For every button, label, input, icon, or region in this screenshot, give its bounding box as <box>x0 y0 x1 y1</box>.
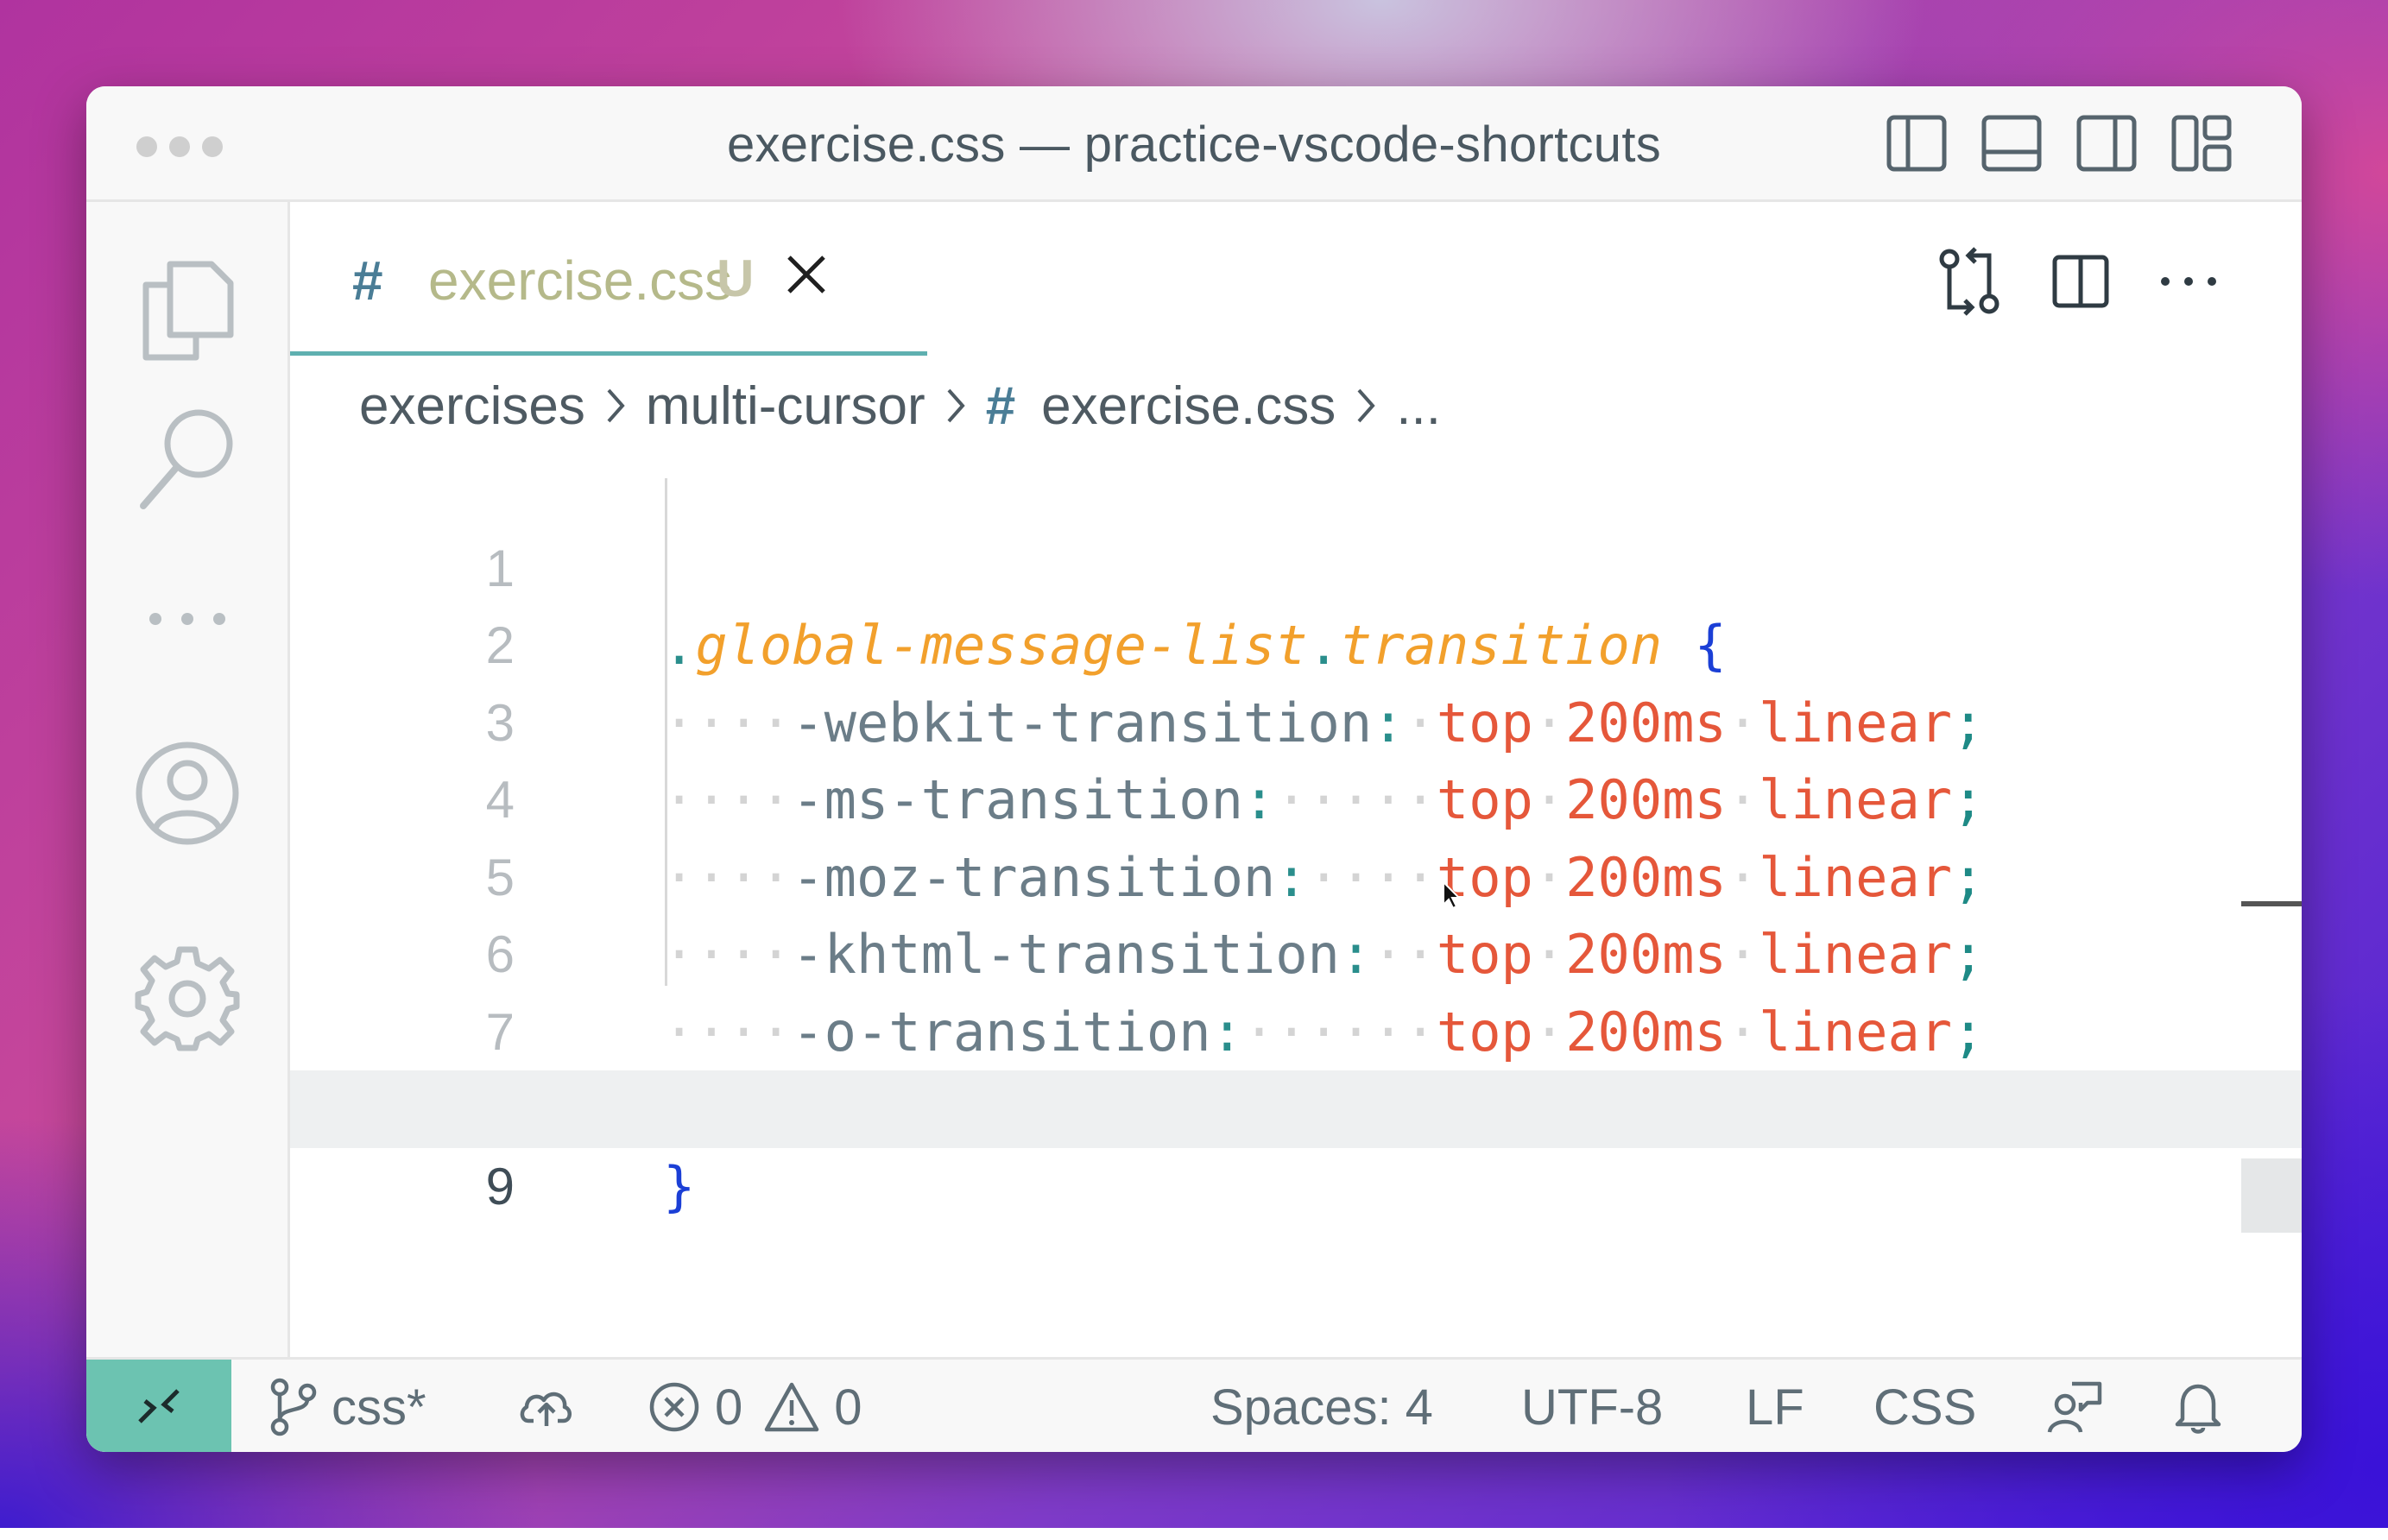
remote-icon <box>138 1389 180 1423</box>
breadcrumb-item-exercises[interactable]: exercises <box>359 376 585 437</box>
chevron-right-icon <box>1357 388 1375 423</box>
split-editor-icon[interactable] <box>2051 252 2110 311</box>
vscode-window: exercise.css — practice-vscode-shortcuts <box>86 86 2302 1452</box>
css-file-icon: # <box>352 249 383 312</box>
line-number: 9 <box>485 1157 515 1215</box>
editor-actions <box>1937 247 2219 316</box>
git-branch-icon <box>270 1378 317 1436</box>
overview-ruler-current-line <box>2241 1158 2302 1233</box>
code-editor[interactable]: 1 .global-message-list.transition { 2 ··… <box>290 452 2302 1218</box>
warning-icon <box>765 1382 819 1432</box>
sync-button[interactable] <box>518 1360 575 1452</box>
more-actions-icon[interactable] <box>2158 273 2219 290</box>
branch-indicator[interactable]: css* <box>269 1360 426 1452</box>
desktop-bottom-strip <box>0 1528 2388 1540</box>
code-line-current[interactable]: 9 <box>290 1070 2302 1215</box>
error-count: 0 <box>715 1379 743 1436</box>
tab-exercise-css[interactable]: # exercise.css U <box>290 202 927 356</box>
chevron-right-icon <box>607 388 625 423</box>
notifications-button[interactable] <box>2174 1360 2222 1452</box>
tab-label: exercise.css <box>428 249 733 312</box>
language-mode-indicator[interactable]: CSS <box>1873 1360 1976 1452</box>
eol-indicator[interactable]: LF <box>1746 1360 1804 1452</box>
explorer-icon[interactable] <box>136 256 239 368</box>
branch-name: css* <box>332 1379 426 1436</box>
close-icon[interactable] <box>784 252 829 297</box>
overview-ruler-marker <box>2241 901 2302 906</box>
panel-bottom-icon[interactable] <box>1981 112 2043 174</box>
sidebar-left-icon[interactable] <box>1886 112 1948 174</box>
breadcrumb-item-multi-cursor[interactable]: multi-cursor <box>646 376 926 437</box>
accounts-icon[interactable] <box>131 737 243 849</box>
breadcrumb-item-symbols[interactable]: ... <box>1396 376 1441 437</box>
code-line[interactable]: 5 ····-khtml-transition:··top·200ms·line… <box>290 761 2302 987</box>
code-line[interactable]: 2 ····-webkit-transition:·top·200ms·line… <box>290 530 2302 754</box>
code-line[interactable]: 8 } <box>290 994 2302 1218</box>
css-file-icon: # <box>985 376 1016 436</box>
code-line[interactable]: 3 ····-ms-transition:·····top·200ms·line… <box>290 607 2302 832</box>
status-bar: css* 0 0 Spaces: 4 UTF-8 LF CSS <box>86 1357 2302 1452</box>
activity-bar <box>86 202 290 1357</box>
editor-area: # exercise.css U exercises multi-cursor … <box>290 202 2302 1357</box>
indentation-indicator[interactable]: Spaces: 4 <box>1210 1360 1433 1452</box>
feedback-icon <box>2047 1381 2102 1433</box>
encoding-indicator[interactable]: UTF-8 <box>1521 1360 1663 1452</box>
cloud-upload-icon <box>520 1392 572 1426</box>
breadcrumb: exercises multi-cursor # exercise.css ..… <box>359 371 1441 440</box>
title-bar: exercise.css — practice-vscode-shortcuts <box>86 86 2302 202</box>
chevron-right-icon <box>947 388 965 423</box>
code-line[interactable]: 1 .global-message-list.transition { <box>290 452 2302 678</box>
untracked-badge: U <box>717 249 755 307</box>
bell-icon <box>2175 1384 2221 1434</box>
search-icon[interactable] <box>131 401 243 513</box>
code-line[interactable]: 6 ····-o-transition:······top·200ms·line… <box>290 839 2302 1063</box>
code-line[interactable]: 4 ····-moz-transition:····top·200ms·line… <box>290 685 2302 909</box>
customize-layout-icon[interactable] <box>2170 112 2233 174</box>
remote-indicator[interactable] <box>86 1360 231 1452</box>
open-changes-icon[interactable] <box>1937 247 2003 316</box>
error-icon <box>649 1382 699 1432</box>
settings-icon[interactable] <box>131 943 243 1055</box>
code-line[interactable]: 7 ····transition:·········top·200ms·line… <box>290 916 2302 1141</box>
layout-controls <box>1886 112 2233 174</box>
problems-indicator[interactable]: 0 0 <box>648 1360 862 1452</box>
more-icon[interactable] <box>140 606 235 632</box>
feedback-button[interactable] <box>2046 1360 2103 1452</box>
sidebar-right-icon[interactable] <box>2075 112 2138 174</box>
warning-count: 0 <box>834 1379 862 1436</box>
breadcrumb-item-file[interactable]: exercise.css <box>1041 376 1336 437</box>
mouse-pointer-icon <box>1443 880 1461 910</box>
